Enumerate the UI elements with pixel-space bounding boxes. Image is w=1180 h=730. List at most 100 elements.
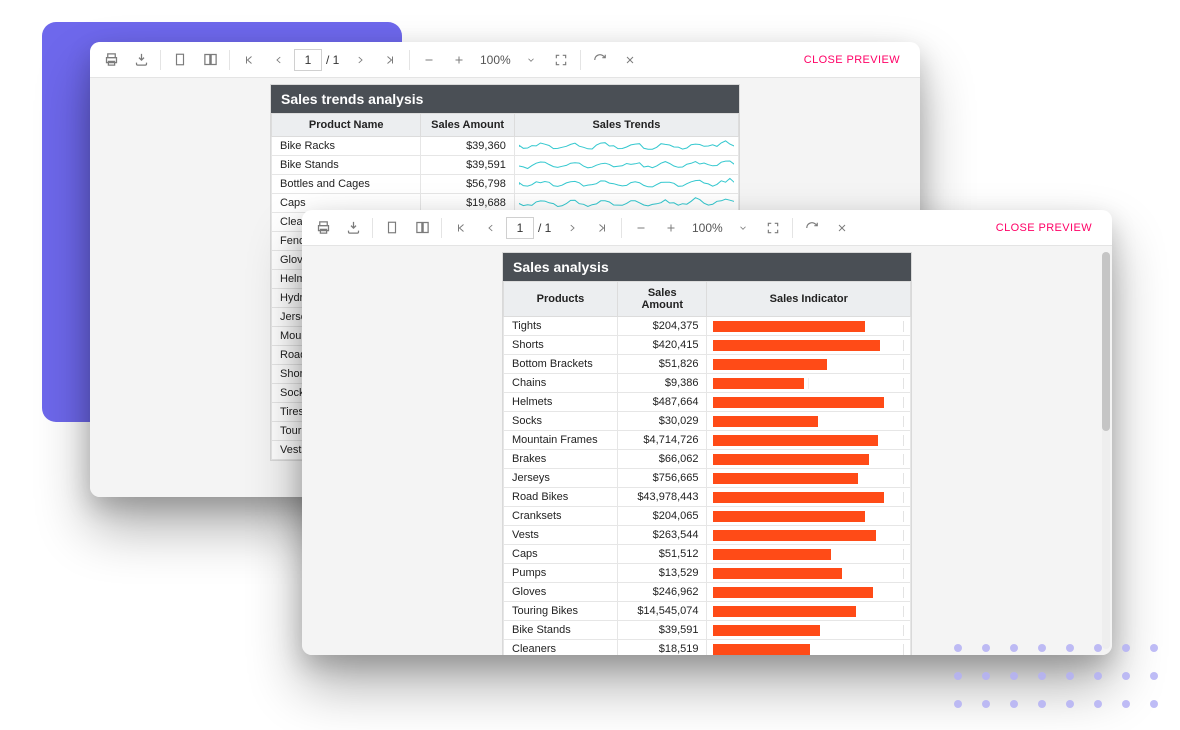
fullscreen-icon[interactable]	[758, 213, 788, 243]
cell-indicator-bar	[707, 564, 911, 583]
cell-product: Jerseys	[504, 469, 618, 488]
cell-amount: $204,375	[617, 317, 707, 336]
cell-indicator-bar	[707, 488, 911, 507]
zoom-dropdown-icon[interactable]	[728, 213, 758, 243]
cell-amount: $66,062	[617, 450, 707, 469]
zoom-value: 100%	[474, 53, 516, 67]
cell-indicator-bar	[707, 431, 911, 450]
next-page-icon[interactable]	[557, 213, 587, 243]
zoom-in-icon[interactable]	[656, 213, 686, 243]
page-number-input[interactable]	[294, 49, 322, 71]
cell-product: Helmets	[504, 393, 618, 412]
col-header-products: Products	[504, 282, 618, 317]
cell-product: Touring Bikes	[504, 602, 618, 621]
multi-page-icon[interactable]	[407, 213, 437, 243]
cell-product: Pumps	[504, 564, 618, 583]
report-viewport: Sales analysis Products Sales Amount Sal…	[302, 246, 1112, 655]
cell-indicator-bar	[707, 450, 911, 469]
cell-amount: $246,962	[617, 583, 707, 602]
zoom-out-icon[interactable]	[626, 213, 656, 243]
cell-indicator-bar	[707, 507, 911, 526]
cell-indicator-bar	[707, 621, 911, 640]
single-page-icon[interactable]	[377, 213, 407, 243]
table-row: Road Bikes$43,978,443	[504, 488, 911, 507]
next-page-icon[interactable]	[345, 45, 375, 75]
table-row: Touring Bikes$14,545,074	[504, 602, 911, 621]
first-page-icon[interactable]	[234, 45, 264, 75]
cell-amount: $39,591	[421, 156, 514, 175]
close-preview-button[interactable]: CLOSE PREVIEW	[982, 222, 1106, 234]
table-row: Bottles and Cages$56,798	[272, 175, 739, 194]
table-row: Bottom Brackets$51,826	[504, 355, 911, 374]
cell-product: Shorts	[504, 336, 618, 355]
cell-product: Chains	[504, 374, 618, 393]
cell-amount: $756,665	[617, 469, 707, 488]
cell-indicator-bar	[707, 583, 911, 602]
cell-amount: $18,519	[617, 640, 707, 656]
refresh-icon[interactable]	[797, 213, 827, 243]
export-icon[interactable]	[338, 213, 368, 243]
page-total-label: / 1	[326, 53, 339, 67]
cell-amount: $56,798	[421, 175, 514, 194]
table-row: Caps$51,512	[504, 545, 911, 564]
zoom-out-icon[interactable]	[414, 45, 444, 75]
cell-amount: $39,360	[421, 137, 514, 156]
table-row: Mountain Frames$4,714,726	[504, 431, 911, 450]
zoom-dropdown-icon[interactable]	[516, 45, 546, 75]
cell-amount: $4,714,726	[617, 431, 707, 450]
cell-amount: $420,415	[617, 336, 707, 355]
cancel-icon[interactable]	[615, 45, 645, 75]
cell-indicator-bar	[707, 640, 911, 656]
table-row: Shorts$420,415	[504, 336, 911, 355]
toolbar: / 1 100% CLOSE PREVIEW	[90, 42, 920, 78]
col-header-amount: Sales Amount	[421, 114, 514, 137]
col-header-product: Product Name	[272, 114, 421, 137]
col-header-indicator: Sales Indicator	[707, 282, 911, 317]
cell-indicator-bar	[707, 469, 911, 488]
cell-indicator-bar	[707, 374, 911, 393]
cell-product: Bike Stands	[504, 621, 618, 640]
vertical-scrollbar[interactable]	[1102, 252, 1110, 649]
cell-product: Vests	[504, 526, 618, 545]
table-row: Cleaners$18,519	[504, 640, 911, 656]
prev-page-icon[interactable]	[476, 213, 506, 243]
cell-product: Bottles and Cages	[272, 175, 421, 194]
scrollbar-thumb[interactable]	[1102, 252, 1110, 431]
report-sales-analysis: Sales analysis Products Sales Amount Sal…	[502, 252, 912, 655]
refresh-icon[interactable]	[585, 45, 615, 75]
cell-sparkline	[514, 156, 738, 175]
last-page-icon[interactable]	[587, 213, 617, 243]
print-icon[interactable]	[96, 45, 126, 75]
single-page-icon[interactable]	[165, 45, 195, 75]
table-row: Helmets$487,664	[504, 393, 911, 412]
print-icon[interactable]	[308, 213, 338, 243]
col-header-trends: Sales Trends	[514, 114, 738, 137]
cell-product: Caps	[504, 545, 618, 564]
export-icon[interactable]	[126, 45, 156, 75]
first-page-icon[interactable]	[446, 213, 476, 243]
cell-product: Mountain Frames	[504, 431, 618, 450]
cancel-icon[interactable]	[827, 213, 857, 243]
toolbar: / 1 100% CLOSE PREVIEW	[302, 210, 1112, 246]
table-row: Bike Stands$39,591	[504, 621, 911, 640]
cell-indicator-bar	[707, 526, 911, 545]
col-header-amount: Sales Amount	[617, 282, 707, 317]
cell-amount: $51,512	[617, 545, 707, 564]
cell-sparkline	[514, 175, 738, 194]
multi-page-icon[interactable]	[195, 45, 225, 75]
page-number-input[interactable]	[506, 217, 534, 239]
cell-product: Cranksets	[504, 507, 618, 526]
last-page-icon[interactable]	[375, 45, 405, 75]
cell-amount: $51,826	[617, 355, 707, 374]
cell-product: Cleaners	[504, 640, 618, 656]
cell-product: Bike Racks	[272, 137, 421, 156]
cell-amount: $14,545,074	[617, 602, 707, 621]
fullscreen-icon[interactable]	[546, 45, 576, 75]
cell-sparkline	[514, 137, 738, 156]
table-row: Bike Racks$39,360	[272, 137, 739, 156]
close-preview-button[interactable]: CLOSE PREVIEW	[790, 54, 914, 66]
table-row: Brakes$66,062	[504, 450, 911, 469]
cell-indicator-bar	[707, 336, 911, 355]
zoom-in-icon[interactable]	[444, 45, 474, 75]
prev-page-icon[interactable]	[264, 45, 294, 75]
